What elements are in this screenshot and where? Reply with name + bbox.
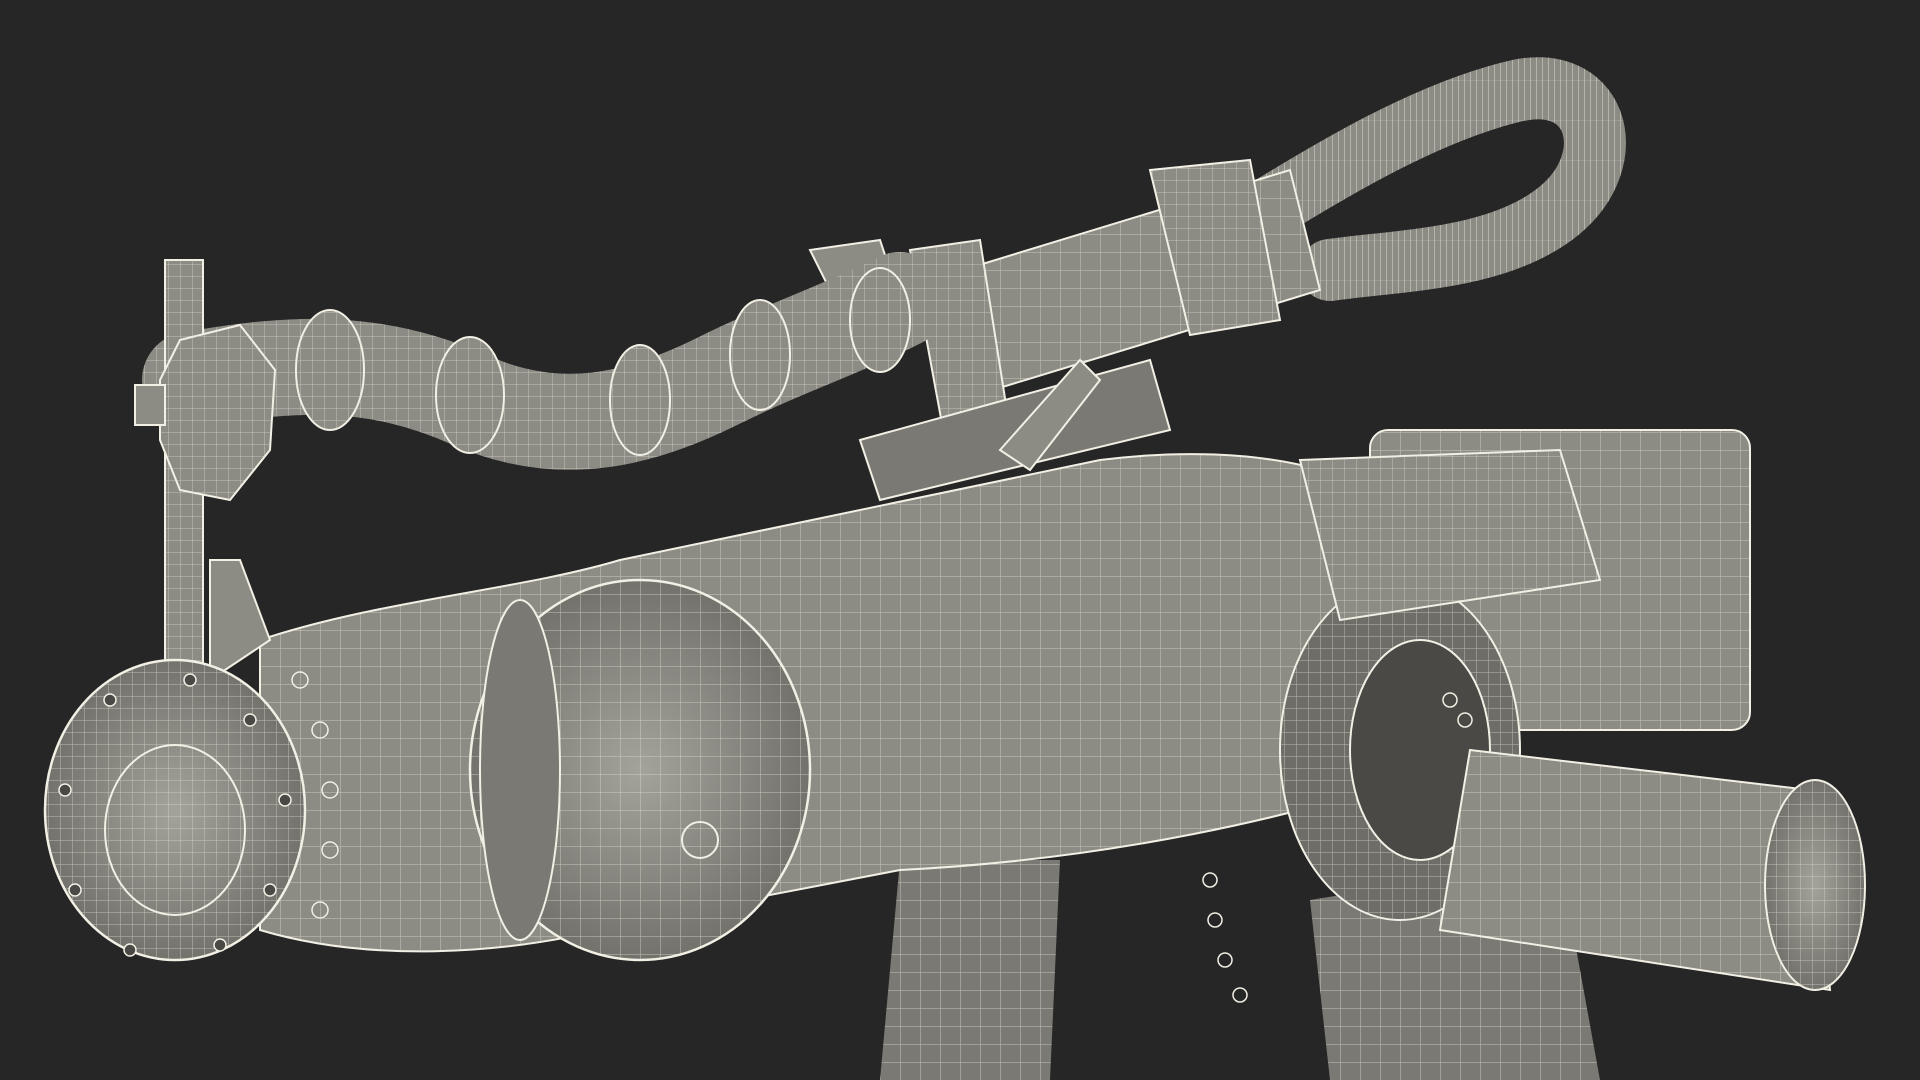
segmented-hose: [142, 252, 948, 470]
forearm-dome: [468, 578, 812, 962]
render-viewport: [0, 0, 1920, 1080]
wireframe-render: [43, 57, 1866, 1080]
forearm-body: [259, 453, 1462, 953]
